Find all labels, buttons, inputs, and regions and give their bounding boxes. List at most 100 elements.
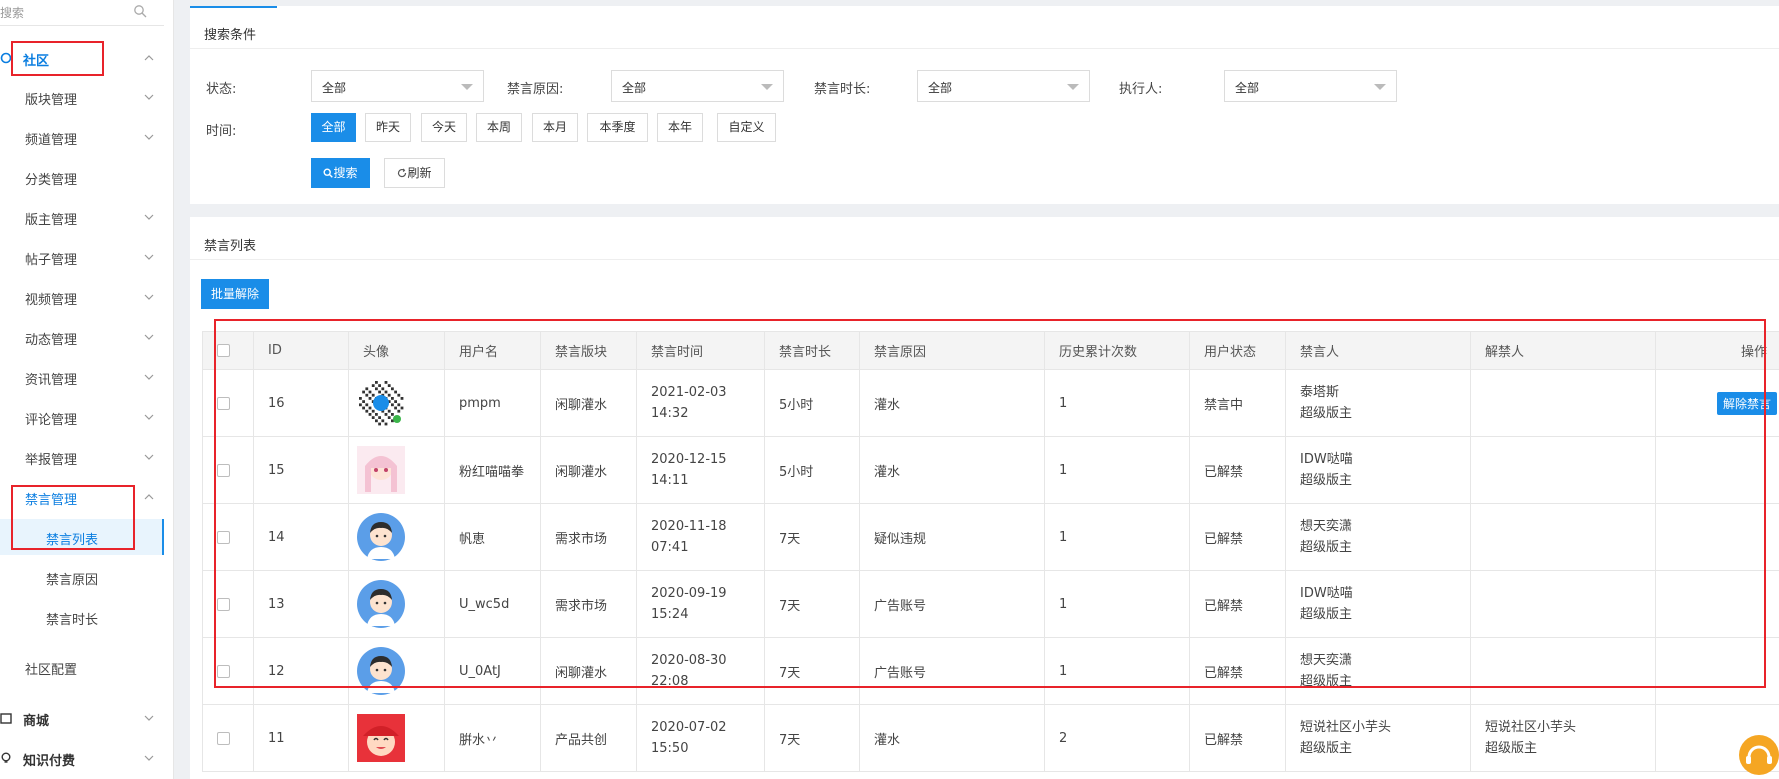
customer-service-icon[interactable] <box>1737 733 1779 777</box>
column-header: 用户状态 <box>1189 331 1286 370</box>
checkbox[interactable] <box>217 396 230 410</box>
count-cell: 1 <box>1044 436 1190 504</box>
id-cell: 14 <box>253 503 349 571</box>
time-option-this-quarter[interactable]: 本季度 <box>587 113 648 142</box>
sidebar-item-label: 动态管理 <box>25 333 78 348</box>
count-cell: 1 <box>1044 570 1190 638</box>
sidebar-item-channel[interactable]: 频道管理 <box>0 119 164 155</box>
divider <box>190 48 1779 49</box>
action-cell <box>1655 436 1779 504</box>
time-option-today[interactable]: 今天 <box>421 113 467 142</box>
count-cell: 1 <box>1044 369 1190 437</box>
nav-group-label: 社区 <box>23 54 50 69</box>
duration-cell: 5小时 <box>764 436 860 504</box>
column-header: ID <box>253 331 349 370</box>
time-option-custom[interactable]: 自定义 <box>717 113 776 142</box>
username-cell: U_0AtJ <box>444 637 541 705</box>
caret-down-icon <box>1374 84 1386 90</box>
checkbox[interactable] <box>217 344 230 357</box>
nav-group-knowledge[interactable]: 知识付费 <box>0 740 164 776</box>
sidebar-item-mute-list[interactable]: 禁言列表 <box>0 519 164 555</box>
table-row: 16 pmpm 闲聊灌水 2021-02-03 14:32 5小时 灌水 1 禁言… <box>202 369 1779 437</box>
time-option-this-month[interactable]: 本月 <box>532 113 578 142</box>
time-option-this-year[interactable]: 本年 <box>657 113 703 142</box>
checkbox[interactable] <box>217 597 230 611</box>
username-cell: 腁水丷 <box>444 704 541 772</box>
sidebar-item-label: 禁言列表 <box>46 533 99 548</box>
action-cell: 解除禁言 <box>1655 369 1779 437</box>
sidebar-item-category[interactable]: 分类管理 <box>0 159 164 195</box>
sidebar-item-label: 视频管理 <box>25 293 78 308</box>
chevron-down-icon <box>144 334 154 340</box>
sidebar-search[interactable]: 搜索 <box>0 0 164 26</box>
board-cell: 闲聊灌水 <box>540 436 637 504</box>
checkbox[interactable] <box>217 664 230 678</box>
checkbox[interactable] <box>217 463 230 477</box>
status-cell: 已解禁 <box>1189 570 1286 638</box>
row-select-cell[interactable] <box>202 369 254 437</box>
action-cell <box>1655 637 1779 705</box>
avatar <box>357 714 444 762</box>
sidebar-item-mute-reason[interactable]: 禁言原因 <box>0 559 164 595</box>
username-cell: 帆恵 <box>444 503 541 571</box>
row-select-cell[interactable] <box>202 436 254 504</box>
checkbox[interactable] <box>217 530 230 544</box>
tab-indicator <box>190 6 277 8</box>
nav-group-shop[interactable]: 商城 <box>0 700 164 736</box>
executor-select[interactable]: 全部 <box>1224 70 1397 102</box>
caret-down-icon <box>761 84 773 90</box>
time-option-yesterday[interactable]: 昨天 <box>365 113 411 142</box>
sidebar-item-label: 频道管理 <box>25 133 78 148</box>
row-select-cell[interactable] <box>202 570 254 638</box>
status-select[interactable]: 全部 <box>311 70 484 102</box>
row-select-cell[interactable] <box>202 704 254 772</box>
sidebar-item-posts[interactable]: 帖子管理 <box>0 239 164 275</box>
sidebar-item-dynamic[interactable]: 动态管理 <box>0 319 164 355</box>
sidebar-item-label: 帖子管理 <box>25 253 78 268</box>
id-cell: 13 <box>253 570 349 638</box>
nav-group-community[interactable]: 社区 <box>0 40 164 76</box>
id-cell: 15 <box>253 436 349 504</box>
filter-label: 禁言原因: <box>507 82 564 97</box>
checkbox[interactable] <box>217 731 230 745</box>
batch-unban-button[interactable]: 批量解除 <box>201 279 269 309</box>
sidebar-item-news[interactable]: 资讯管理 <box>0 359 164 395</box>
banner-cell: 想天奕潇 超级版主 <box>1285 637 1471 705</box>
lightbulb-icon <box>1 752 11 763</box>
time-option-this-week[interactable]: 本周 <box>476 113 522 142</box>
reason-cell: 灌水 <box>859 436 1045 504</box>
action-cell <box>1655 570 1779 638</box>
banner-role: 超级版主 <box>1300 406 1353 421</box>
sidebar-item-moderator[interactable]: 版主管理 <box>0 199 164 235</box>
select-value: 全部 <box>928 81 953 95</box>
mute-date: 2020-11-18 <box>651 519 727 534</box>
sidebar-item-video[interactable]: 视频管理 <box>0 279 164 315</box>
sidebar-item-label: 禁言原因 <box>46 573 99 588</box>
duration-select[interactable]: 全部 <box>917 70 1090 102</box>
search-button[interactable]: 搜索 <box>311 158 370 188</box>
time-option-all[interactable]: 全部 <box>311 113 356 142</box>
sidebar-item-board[interactable]: 版块管理 <box>0 79 164 115</box>
time-label: 时间: <box>206 124 237 139</box>
sidebar-item-community-config[interactable]: 社区配置 <box>0 649 164 685</box>
select-value: 全部 <box>622 81 647 95</box>
avatar-cell <box>348 570 445 638</box>
reason-select[interactable]: 全部 <box>611 70 784 102</box>
column-header: 禁言时间 <box>636 331 765 370</box>
row-select-cell[interactable] <box>202 503 254 571</box>
select-all-cell[interactable] <box>202 331 254 370</box>
sidebar-item-comments[interactable]: 评论管理 <box>0 399 164 435</box>
sidebar-item-label: 社区配置 <box>25 663 78 678</box>
sidebar-item-mute-duration[interactable]: 禁言时长 <box>0 599 164 635</box>
sidebar-item-reports[interactable]: 举报管理 <box>0 439 164 475</box>
search-icon[interactable] <box>133 4 147 18</box>
sidebar-item-mute[interactable]: 禁言管理 <box>0 479 164 515</box>
mute-time-cell: 2020-08-30 22:08 <box>636 637 765 705</box>
status-cell: 已解禁 <box>1189 637 1286 705</box>
avatar-cell <box>348 369 445 437</box>
refresh-button[interactable]: 刷新 <box>384 158 445 188</box>
column-header: 操作 <box>1655 331 1779 370</box>
banner-role: 超级版主 <box>1300 607 1353 622</box>
row-select-cell[interactable] <box>202 637 254 705</box>
unban-button[interactable]: 解除禁言 <box>1716 391 1777 415</box>
